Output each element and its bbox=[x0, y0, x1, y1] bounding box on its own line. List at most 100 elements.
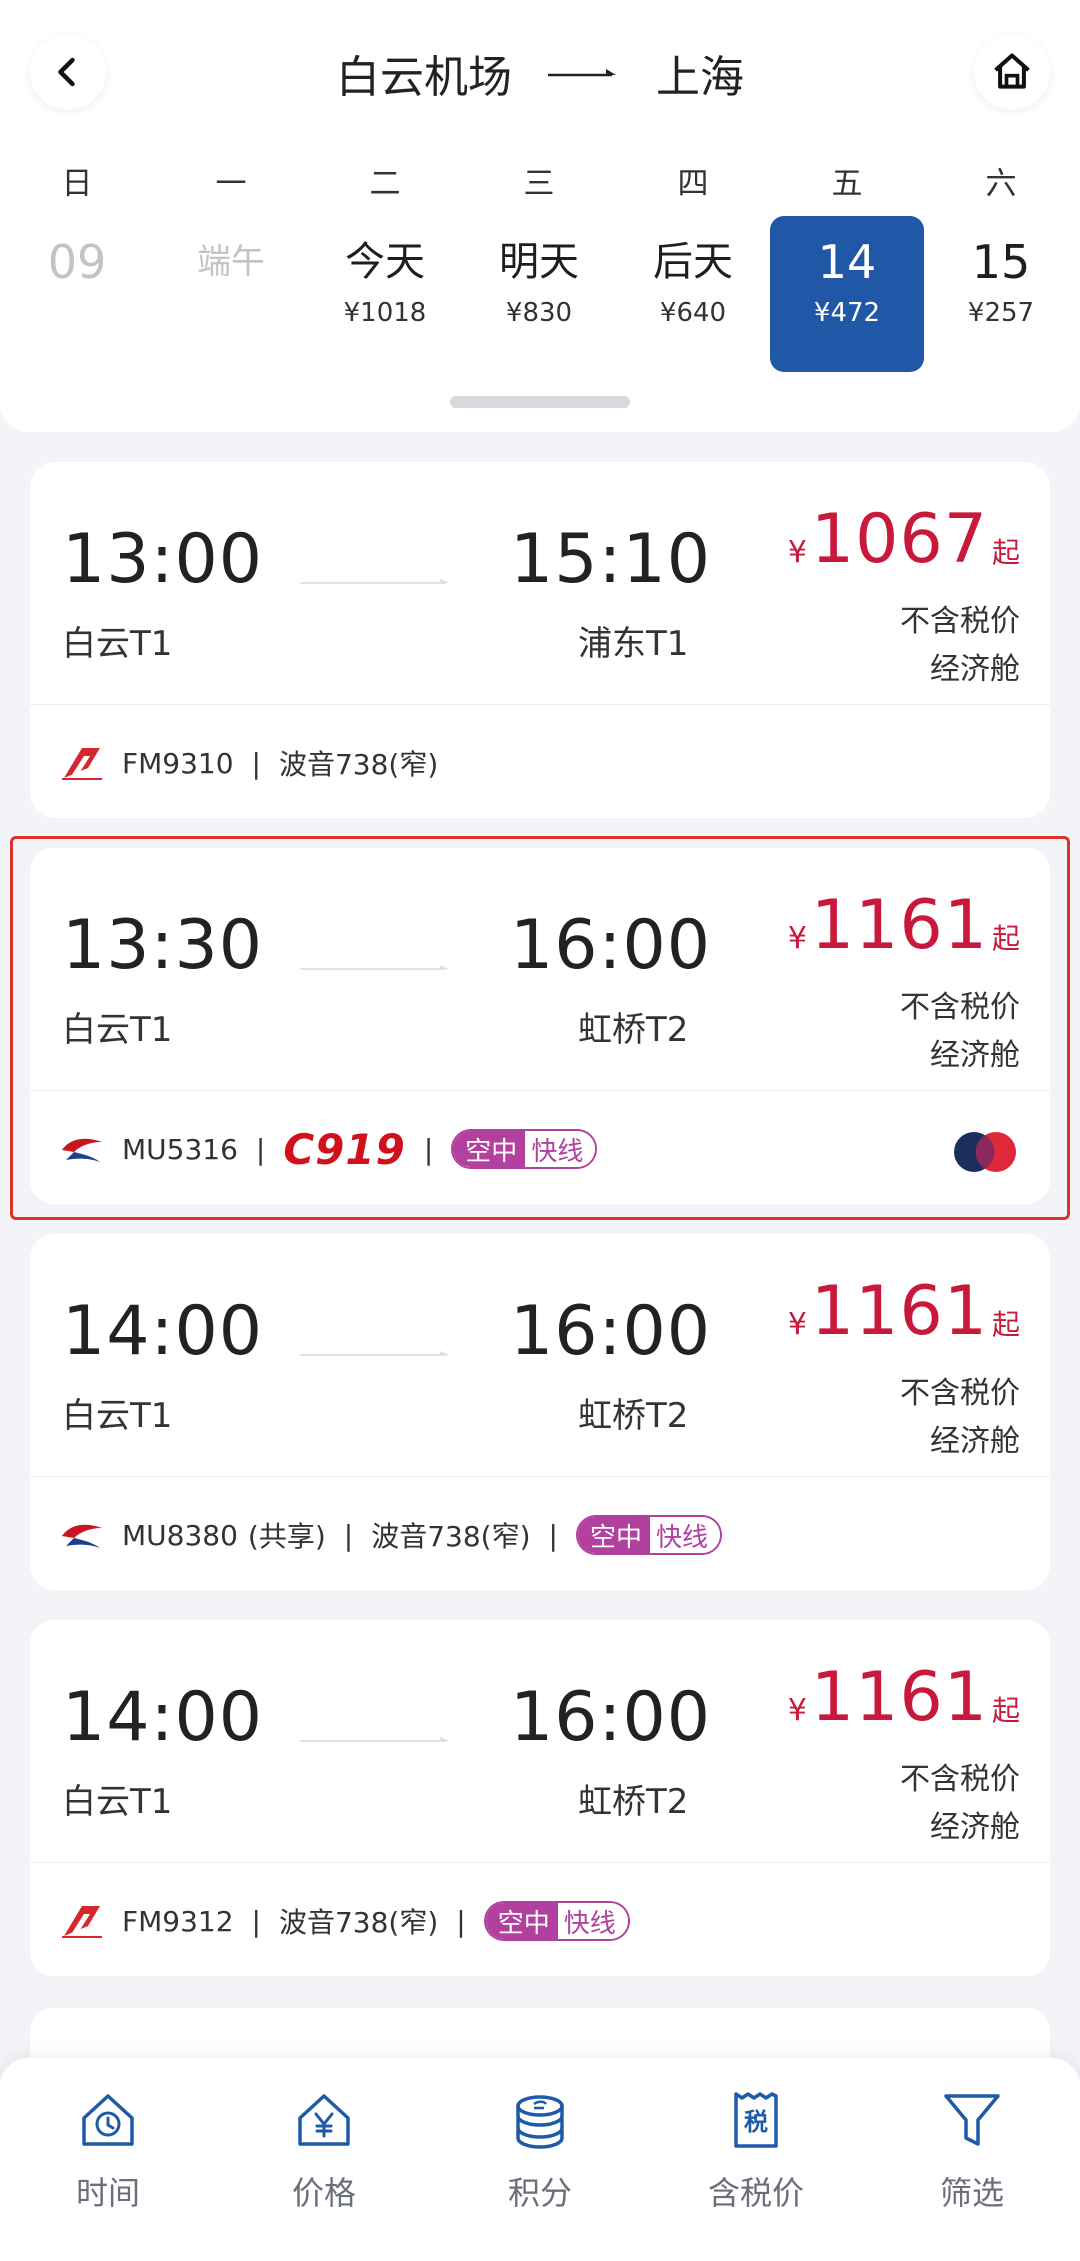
cabin-class: 经济舱 bbox=[930, 652, 1020, 687]
price-amount: 1161 bbox=[810, 1272, 988, 1351]
tab-filter[interactable]: 筛选 bbox=[864, 2058, 1080, 2261]
arrival-time: 16:00 bbox=[510, 1292, 711, 1371]
date-price: ¥830 bbox=[505, 298, 573, 328]
date-label: 端午 bbox=[197, 242, 265, 282]
departure-airport: 白云T1 bbox=[62, 1010, 173, 1050]
badge-part-b: 快线 bbox=[525, 1131, 596, 1167]
cabin-class: 经济舱 bbox=[930, 1810, 1020, 1845]
cabin-class: 经济舱 bbox=[930, 1424, 1020, 1459]
date-label: 14 bbox=[817, 235, 877, 289]
drag-handle[interactable] bbox=[450, 396, 630, 408]
separator: | bbox=[343, 1518, 354, 1552]
route-arrow-icon bbox=[548, 66, 620, 80]
flight-number: MU8380 bbox=[122, 1518, 238, 1552]
header: 白云机场 上海 日 一 二 三 四 五 六 09 端午 今天 ¥1018 明天 … bbox=[0, 0, 1080, 432]
arrival-time: 15:10 bbox=[510, 520, 711, 599]
weekday-label: 四 bbox=[677, 166, 709, 202]
badge-part-a: 空中 bbox=[485, 1903, 558, 1939]
date-cell-tomorrow[interactable]: 明天 ¥830 bbox=[462, 216, 616, 372]
currency-symbol: ¥ bbox=[787, 1307, 807, 1342]
weekday-label: 三 bbox=[523, 166, 555, 202]
price-amount: 1161 bbox=[810, 1658, 988, 1737]
date-cell-today[interactable]: 今天 ¥1018 bbox=[308, 216, 462, 372]
departure-time: 14:00 bbox=[62, 1292, 263, 1371]
badge-part-b: 快线 bbox=[557, 1903, 628, 1939]
weekday-label: 六 bbox=[985, 166, 1017, 202]
date-cell-selected[interactable]: 14 ¥472 bbox=[770, 216, 924, 372]
arrival-airport: 虹桥T2 bbox=[578, 1396, 689, 1436]
yen-house-icon bbox=[298, 2094, 350, 2146]
tab-label: 时间 bbox=[75, 2174, 140, 2212]
tab-points[interactable]: 积分 bbox=[432, 2058, 648, 2261]
flight-card[interactable]: 13:30 16:00 白云T1 虹桥T2 ¥ 1161 起 不含税价 经济舱 … bbox=[30, 848, 1050, 1204]
badge-part-b: 快线 bbox=[649, 1517, 720, 1553]
tab-tax-included[interactable]: 税 含税价 bbox=[648, 2058, 864, 2261]
destination-label: 上海 bbox=[656, 52, 744, 103]
date-selector: 09 端午 今天 ¥1018 明天 ¥830 后天 ¥640 14 ¥472 1… bbox=[0, 216, 1080, 372]
mastercard-icon bbox=[954, 1132, 1016, 1172]
c919-logo: C919 bbox=[283, 1124, 406, 1174]
date-cell-15[interactable]: 15 ¥257 bbox=[924, 216, 1078, 372]
separator: | bbox=[255, 1132, 266, 1166]
departure-airport: 白云T1 bbox=[62, 624, 173, 664]
weekday-label: 五 bbox=[831, 166, 863, 202]
date-price: ¥472 bbox=[813, 298, 881, 328]
flight-number: FM9310 bbox=[122, 746, 234, 780]
china-eastern-logo-icon bbox=[60, 1515, 106, 1555]
departure-time: 13:00 bbox=[62, 520, 263, 599]
tab-label: 积分 bbox=[507, 2174, 572, 2212]
flight-number: FM9312 bbox=[122, 1904, 234, 1938]
price-from-label: 起 bbox=[991, 922, 1020, 955]
arrival-airport: 虹桥T2 bbox=[578, 1010, 689, 1050]
flight-card[interactable]: 14:00 16:00 白云T1 虹桥T2 ¥ 1161 起 不含税价 经济舱 … bbox=[30, 1620, 1050, 1976]
departure-time: 13:30 bbox=[62, 906, 263, 985]
arrival-airport: 浦东T1 bbox=[578, 624, 689, 664]
separator: | bbox=[251, 746, 261, 780]
tax-icon-text: 税 bbox=[744, 2108, 768, 2136]
home-icon bbox=[994, 53, 1030, 89]
departure-airport: 白云T1 bbox=[62, 1396, 173, 1436]
coins-icon bbox=[516, 2095, 564, 2149]
flight-card[interactable]: 14:00 16:00 白云T1 虹桥T2 ¥ 1161 起 不含税价 经济舱 … bbox=[30, 1234, 1050, 1590]
badge-part-a: 空中 bbox=[453, 1131, 526, 1167]
flight-info: FM9310 | 波音738(窄) bbox=[60, 736, 438, 790]
cabin-class: 经济舱 bbox=[930, 1038, 1020, 1073]
arrival-time: 16:00 bbox=[510, 906, 711, 985]
tab-label: 价格 bbox=[291, 2174, 356, 2212]
date-label: 明天 bbox=[499, 239, 579, 285]
flight-card[interactable]: 13:00 15:10 白云T1 浦东T1 ¥ 1067 起 不含税价 经济舱 … bbox=[30, 462, 1050, 818]
divider bbox=[30, 1476, 1050, 1477]
origin-label: 白云机场 bbox=[336, 52, 512, 103]
tab-price[interactable]: 价格 bbox=[216, 2058, 432, 2261]
flight-info: MU8380 (共享) | 波音738(窄) | 空中 快线 bbox=[60, 1508, 722, 1562]
departure-airport: 白云T1 bbox=[62, 1782, 173, 1822]
shanghai-airlines-logo-icon bbox=[60, 1901, 106, 1941]
date-cell-festival: 端午 bbox=[154, 216, 308, 372]
currency-symbol: ¥ bbox=[787, 535, 807, 570]
tax-note: 不含税价 bbox=[900, 1762, 1020, 1797]
tab-time[interactable]: 时间 bbox=[0, 2058, 216, 2261]
flight-line bbox=[300, 579, 450, 584]
flight-line bbox=[300, 965, 450, 970]
air-express-badge: 空中 快线 bbox=[483, 1901, 630, 1941]
price-from-label: 起 bbox=[991, 1694, 1020, 1727]
price-from-label: 起 bbox=[991, 1308, 1020, 1341]
weekday-label: 日 bbox=[61, 166, 93, 202]
china-eastern-logo-icon bbox=[60, 1129, 106, 1169]
bottom-tab-bar: 时间 价格 积分 税 含税价 筛选 bbox=[0, 2058, 1080, 2261]
shanghai-airlines-logo-icon bbox=[60, 743, 106, 783]
flight-line bbox=[300, 1351, 450, 1356]
tab-label: 筛选 bbox=[939, 2174, 1004, 2212]
price: ¥ 1161 起 bbox=[788, 1658, 1020, 1737]
date-label: 15 bbox=[971, 235, 1031, 289]
home-button[interactable] bbox=[974, 34, 1050, 110]
arrival-time: 16:00 bbox=[510, 1678, 711, 1757]
arrival-airport: 虹桥T2 bbox=[578, 1782, 689, 1822]
date-cell-day-after[interactable]: 后天 ¥640 bbox=[616, 216, 770, 372]
tax-note: 不含税价 bbox=[900, 1376, 1020, 1411]
date-price: ¥1018 bbox=[343, 298, 427, 328]
badge-part-a: 空中 bbox=[577, 1517, 650, 1553]
weekday-label: 二 bbox=[369, 166, 401, 202]
date-cell-09: 09 bbox=[0, 216, 154, 372]
divider bbox=[30, 1090, 1050, 1091]
